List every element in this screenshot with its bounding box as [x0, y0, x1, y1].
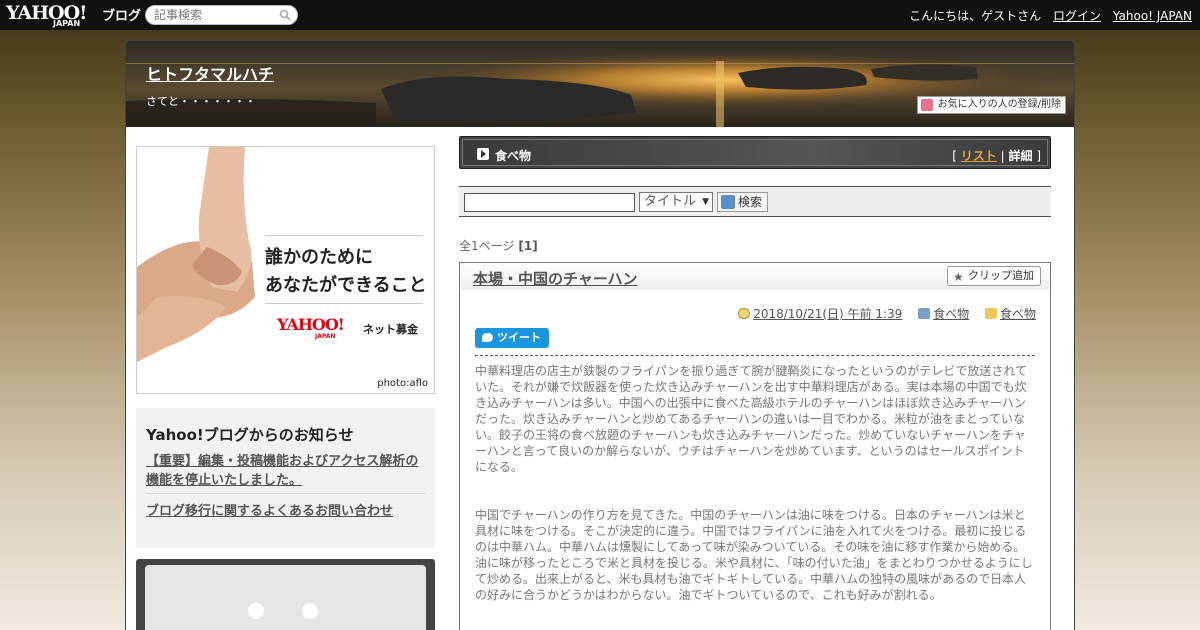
ad-yahoo-japan-text: JAPAN [315, 333, 336, 340]
clip-button-label: クリップ追加 [968, 269, 1034, 282]
chevron-down-icon: ▼ [702, 197, 709, 207]
view-detail-link[interactable]: 詳細 [1008, 149, 1032, 163]
widget-dot-left [248, 603, 264, 619]
in-blog-search-bar: タイトル ▼ 検索 [459, 186, 1051, 217]
article-category-link-2[interactable]: 食べ物 [1000, 307, 1036, 321]
blog-container: ヒトフタマルハチ さてと・・・・・・・ お気に入りの人の登録/削除 誰かのために… [125, 40, 1075, 630]
greeting-text: こんにちは、ゲストさん [909, 9, 1042, 23]
category-title: 食べ物 [495, 149, 532, 163]
blog-subtitle: さてと・・・・・・・ [146, 95, 256, 108]
ad-divider-top [265, 235, 423, 236]
favorite-register-button[interactable]: お気に入りの人の登録/削除 [916, 96, 1066, 114]
yahoo-japan-link[interactable]: Yahoo! JAPAN [1113, 9, 1192, 23]
logo-japan-text: JAPAN [53, 19, 81, 28]
yahoo-blog-logo[interactable]: YAHOO! JAPAN ブログ [6, 2, 142, 28]
page-count-label: 全1ページ [459, 239, 515, 253]
article-body: 中華料理店の店主が鉄製のフライパンを振り過ぎて腕が腱鞘炎になったというのがテレビ… [475, 363, 1035, 619]
favorite-heart-icon [920, 99, 933, 111]
keyword-input[interactable] [464, 193, 635, 212]
view-mode-separator: | [1000, 149, 1005, 163]
view-mode-bracket-open: [ [952, 149, 957, 163]
blog-header: ヒトフタマルハチ さてと・・・・・・・ お気に入りの人の登録/削除 [126, 41, 1074, 127]
login-link[interactable]: ログイン [1053, 9, 1101, 23]
search-field-select[interactable]: タイトル ▼ [639, 192, 713, 212]
media-widget-screen[interactable] [145, 565, 426, 630]
notice-divider [146, 493, 426, 494]
notice-important-link[interactable]: 【重要】編集・投稿機能およびアクセス解析の機能を停止いたしました。 [146, 452, 430, 490]
tweet-button-label: ツイート [497, 331, 541, 344]
logo-blog-text: ブログ [102, 9, 142, 24]
article-category-link-1[interactable]: 食べ物 [933, 307, 969, 321]
category-header-inner: 食べ物 [ リスト | 詳細 ] [462, 139, 1048, 166]
notice-faq-link[interactable]: ブログ移行に関するよくあるお問い合わせ [146, 500, 393, 519]
global-header: YAHOO! JAPAN ブログ こんにちは、ゲストさん ログイン Yahoo!… [0, 0, 1200, 30]
clip-add-button[interactable]: ★ クリップ追加 [947, 266, 1041, 286]
ad-headline-1: 誰かのために [265, 247, 373, 268]
article-datetime-link[interactable]: 2018/10/21(日) 午前 1:39 [753, 307, 902, 321]
search-field-value: タイトル [644, 194, 697, 209]
charity-ad-banner[interactable]: 誰かのために あなたができること YAHOO! JAPAN ネット募金 phot… [136, 146, 435, 394]
ad-service-name: ネット募金 [363, 323, 418, 336]
article-meta: 2018/10/21(日) 午前 1:39 食べ物 食べ物 [738, 305, 1036, 322]
blog-title-link[interactable]: ヒトフタマルハチ [146, 61, 274, 85]
article-entry: 本場・中国のチャーハン ★ クリップ追加 2018/10/21(日) 午前 1:… [459, 262, 1051, 630]
folder-icon [984, 308, 997, 319]
notice-title: Yahoo!ブログからのお知らせ [146, 426, 354, 444]
view-list-link[interactable]: リスト [961, 149, 997, 163]
search-button-label: 検索 [738, 195, 763, 209]
category-arrow-icon [477, 148, 489, 160]
article-search-input[interactable] [154, 7, 276, 23]
article-search-box [145, 5, 298, 25]
search-icon [721, 195, 735, 209]
book-icon [918, 308, 931, 319]
widget-dot-right [302, 603, 318, 619]
favorite-button-label: お気に入りの人の登録/削除 [937, 99, 1061, 110]
twitter-bird-icon [482, 333, 493, 342]
notice-box: Yahoo!ブログからのお知らせ 【重要】編集・投稿機能およびアクセス解析の機能… [136, 408, 435, 548]
view-mode-links: [ リスト | 詳細 ] [952, 147, 1041, 164]
article-paragraph-1: 中華料理店の店主が鉄製のフライパンを振り過ぎて腕が腱鞘炎になったというのがテレビ… [475, 364, 1028, 474]
tweet-button[interactable]: ツイート [475, 328, 549, 348]
category-header: 食べ物 [ リスト | 詳細 ] [459, 136, 1051, 169]
media-widget [136, 559, 435, 630]
article-header: 本場・中国のチャーハン ★ クリップ追加 [461, 264, 1049, 290]
clock-icon [738, 308, 751, 319]
ad-yahoo-logo: YAHOO! [277, 315, 345, 334]
user-nav: こんにちは、ゲストさん ログイン Yahoo! JAPAN [901, 7, 1192, 24]
search-icon[interactable] [279, 9, 291, 21]
search-button[interactable]: 検索 [717, 192, 768, 212]
article-paragraph-2: 中国でチャーハンの作り方を見てきた。中国のチャーハンは油に味をつける。日本のチャ… [475, 508, 1033, 602]
pagination: 全1ページ [1] [459, 237, 538, 254]
ad-headline-2: あなたができること [265, 275, 427, 296]
ad-photo-credit: photo:aflo [377, 378, 428, 389]
article-title-link[interactable]: 本場・中国のチャーハン [473, 268, 638, 289]
article-divider [475, 355, 1035, 356]
view-mode-bracket-close: ] [1036, 149, 1041, 163]
ad-divider-bottom [265, 303, 423, 304]
current-page[interactable]: [1] [518, 239, 537, 253]
star-icon: ★ [953, 270, 964, 284]
